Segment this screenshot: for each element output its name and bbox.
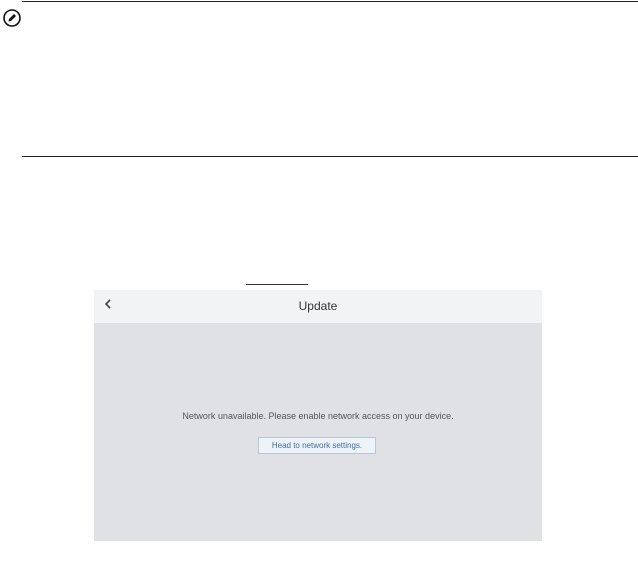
screen-header: Update xyxy=(94,290,542,323)
update-screen: Update Network unavailable. Please enabl… xyxy=(94,290,542,541)
document-page: Update Network unavailable. Please enabl… xyxy=(0,0,638,586)
section-divider xyxy=(22,156,638,157)
top-divider xyxy=(22,1,638,2)
underline-mark xyxy=(246,284,308,285)
network-message: Network unavailable. Please enable netwo… xyxy=(182,411,454,421)
screen-title: Update xyxy=(298,299,338,313)
network-settings-button[interactable]: Head to network settings. xyxy=(258,437,376,454)
pencil-circle-icon xyxy=(3,9,21,27)
